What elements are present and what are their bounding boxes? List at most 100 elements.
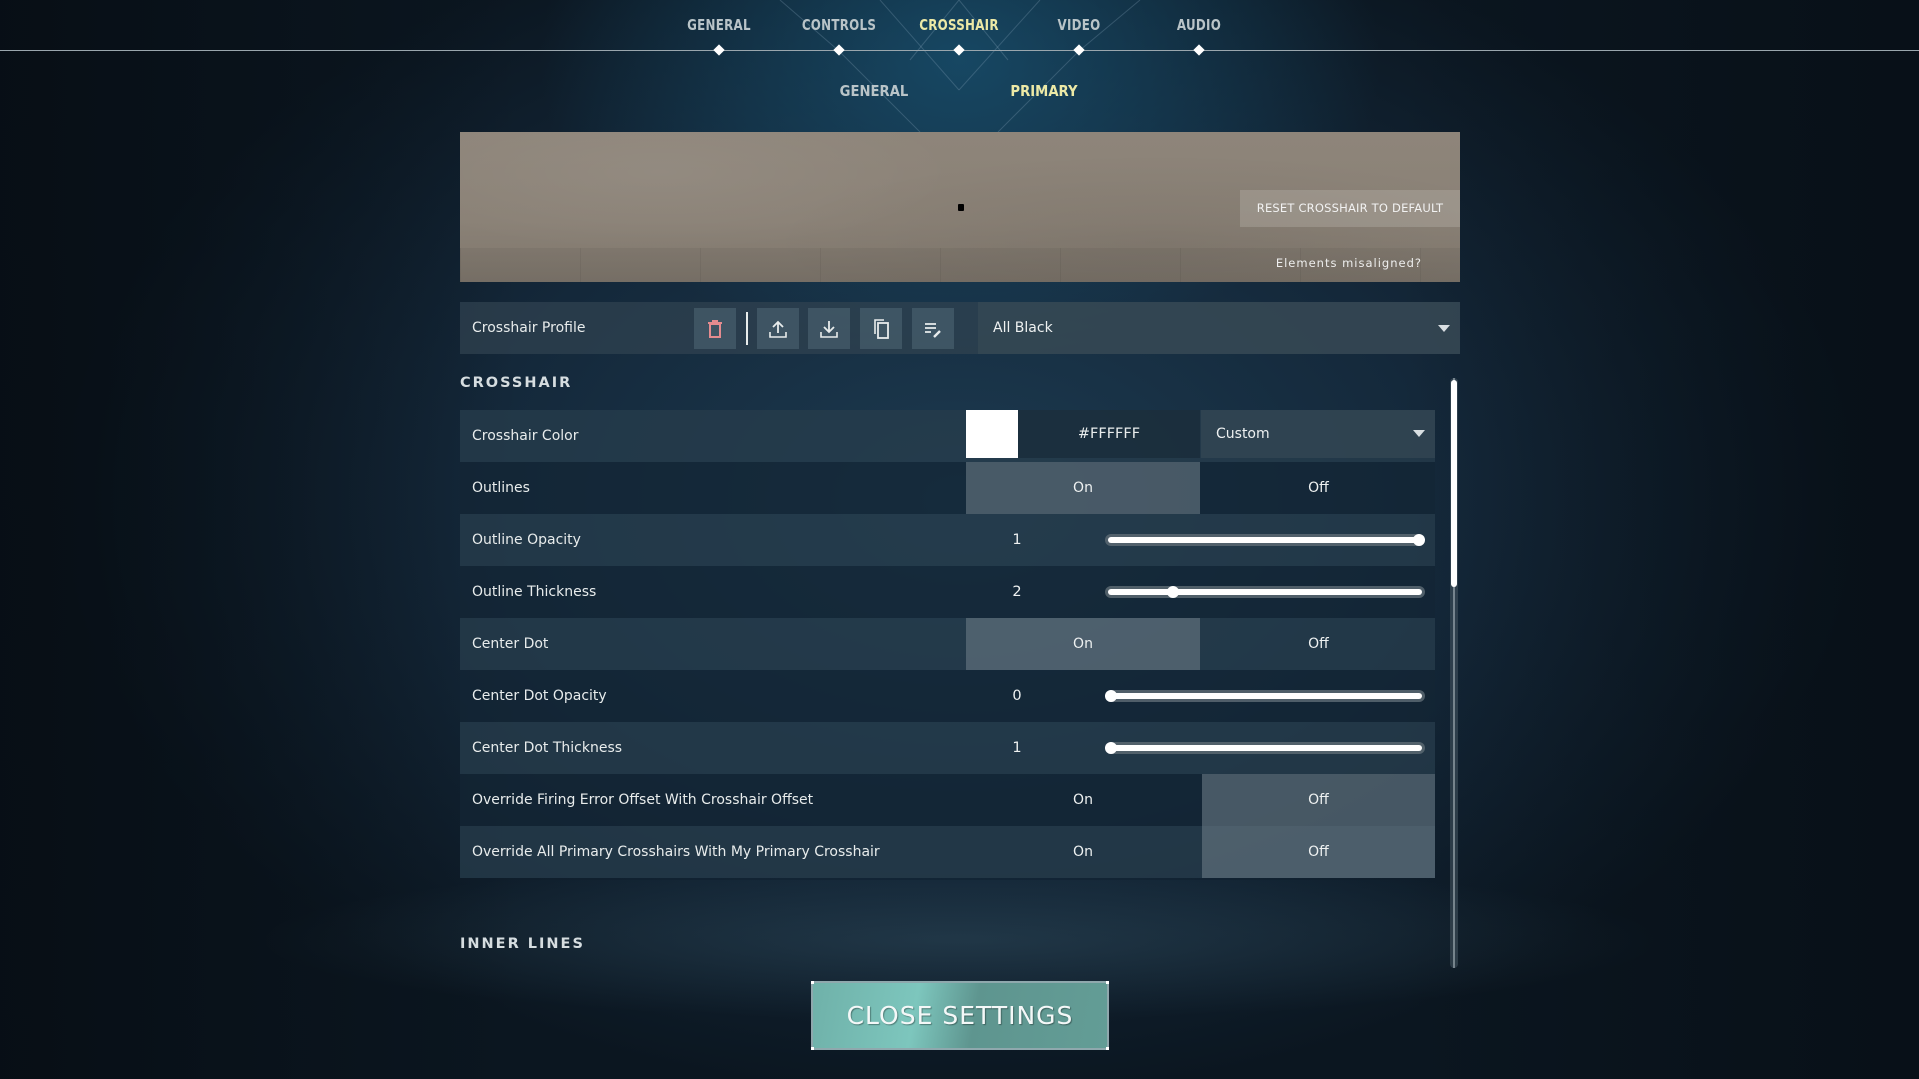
slider-value-input[interactable]: 1: [1002, 514, 1032, 566]
tab-general[interactable]: GENERAL: [657, 16, 780, 34]
toggle-on-option[interactable]: On: [966, 618, 1200, 670]
download-icon: [820, 320, 838, 338]
copy-icon: [874, 318, 889, 339]
setting-label: Outline Opacity: [472, 532, 581, 548]
corner-marker: [1106, 981, 1109, 984]
toggle-on-option[interactable]: On: [966, 462, 1200, 514]
crosshair-settings-list: Crosshair Color #FFFFFF Custom Outlines …: [460, 410, 1435, 878]
setting-row-outline-opacity: Outline Opacity 1: [460, 514, 1435, 566]
toolbar-separator: [746, 312, 748, 345]
setting-label: Override All Primary Crosshairs With My …: [472, 844, 880, 860]
slider-fill: [1108, 589, 1422, 595]
scrollbar-thumb[interactable]: [1451, 380, 1457, 587]
close-settings-button[interactable]: CLOSE SETTINGS: [811, 981, 1109, 1050]
color-preset-dropdown[interactable]: Custom: [1201, 410, 1435, 458]
slider-track[interactable]: [1105, 742, 1425, 754]
background-shade-left: [0, 0, 520, 1079]
setting-row-center-dot: Center Dot On Off: [460, 618, 1435, 670]
tab-controls[interactable]: CONTROLS: [777, 16, 900, 34]
crosshair-preview: RESET CROSSHAIR TO DEFAULT Elements misa…: [460, 132, 1460, 282]
crosshair-preview-dot: [958, 204, 964, 211]
corner-marker: [811, 981, 814, 984]
slider-fill: [1108, 693, 1422, 699]
setting-label: Center Dot Opacity: [472, 688, 607, 704]
setting-row-override-all-primary: Override All Primary Crosshairs With My …: [460, 826, 1435, 878]
corner-marker: [1106, 1047, 1109, 1050]
tab-video[interactable]: VIDEO: [1017, 16, 1140, 34]
slider-thumb[interactable]: [1166, 586, 1179, 598]
rename-profile-button[interactable]: [912, 308, 954, 349]
setting-row-center-dot-opacity: Center Dot Opacity 0: [460, 670, 1435, 722]
trash-icon: [708, 319, 722, 338]
setting-label: Center Dot Thickness: [472, 740, 623, 756]
close-settings-label: CLOSE SETTINGS: [846, 1001, 1074, 1030]
import-profile-button[interactable]: [808, 308, 850, 349]
center-dot-toggle: On Off: [966, 618, 1435, 670]
toggle-off-option[interactable]: Off: [1202, 618, 1435, 670]
setting-row-outline-thickness: Outline Thickness 2: [460, 566, 1435, 618]
slider-value-input[interactable]: 0: [1002, 670, 1032, 722]
slider-thumb[interactable]: [1413, 534, 1425, 546]
chevron-down-icon: [1438, 325, 1450, 332]
tab-audio[interactable]: AUDIO: [1137, 16, 1260, 34]
toggle-off-option[interactable]: Off: [1202, 774, 1435, 826]
tab-crosshair[interactable]: CROSSHAIR: [897, 16, 1020, 34]
slider-value-input[interactable]: 2: [1002, 566, 1032, 618]
tab-marker-icon: [833, 44, 845, 56]
delete-profile-button[interactable]: [694, 308, 736, 349]
slider-track[interactable]: [1105, 534, 1425, 546]
tab-marker-icon: [713, 44, 725, 56]
setting-label: Center Dot: [472, 636, 549, 652]
setting-row-crosshair-color: Crosshair Color #FFFFFF Custom: [460, 410, 1435, 462]
toggle-off-option[interactable]: Off: [1202, 826, 1435, 878]
subtab-general[interactable]: GENERAL: [812, 82, 935, 100]
profile-dropdown-value: All Black: [993, 320, 1053, 336]
reset-crosshair-button[interactable]: RESET CROSSHAIR TO DEFAULT: [1240, 190, 1460, 227]
setting-label: Override Firing Error Offset With Crossh…: [472, 792, 814, 808]
slider-thumb[interactable]: [1105, 690, 1117, 702]
setting-row-center-dot-thickness: Center Dot Thickness 1: [460, 722, 1435, 774]
slider-fill: [1108, 537, 1422, 543]
override-all-primary-toggle: On Off: [966, 826, 1435, 878]
color-preset-value: Custom: [1216, 426, 1270, 442]
crosshair-color-control: #FFFFFF Custom: [966, 410, 1435, 462]
outlines-toggle: On Off: [966, 462, 1435, 514]
duplicate-profile-button[interactable]: [860, 308, 902, 349]
toggle-off-option[interactable]: Off: [1202, 462, 1435, 514]
setting-row-outlines: Outlines On Off: [460, 462, 1435, 514]
slider-value-input[interactable]: 1: [1002, 722, 1032, 774]
outline-opacity-slider: 1: [966, 514, 1435, 566]
tab-marker-icon: [1193, 44, 1205, 56]
slider-track[interactable]: [1105, 586, 1425, 598]
color-swatch[interactable]: [966, 410, 1018, 458]
toggle-on-option[interactable]: On: [966, 826, 1200, 878]
crosshair-profile-label: Crosshair Profile: [472, 320, 586, 336]
section-header-inner-lines: INNER LINES: [460, 936, 585, 952]
toggle-on-option[interactable]: On: [966, 774, 1200, 826]
profile-dropdown[interactable]: All Black: [978, 302, 1460, 354]
tab-marker-icon: [953, 44, 965, 56]
settings-scrollbar[interactable]: [1450, 378, 1458, 968]
slider-fill: [1108, 745, 1422, 751]
tab-marker-icon: [1073, 44, 1085, 56]
upload-icon: [769, 320, 787, 338]
crosshair-profile-bar: Crosshair Profile All Black: [460, 302, 1460, 354]
export-profile-button[interactable]: [757, 308, 799, 349]
center-dot-thickness-slider: 1: [966, 722, 1435, 774]
chevron-down-icon: [1413, 430, 1425, 437]
override-firing-error-toggle: On Off: [966, 774, 1435, 826]
setting-label: Outline Thickness: [472, 584, 597, 600]
center-dot-opacity-slider: 0: [966, 670, 1435, 722]
rename-icon: [925, 322, 941, 338]
color-hex-input[interactable]: #FFFFFF: [1018, 410, 1200, 458]
settings-top-nav: GENERAL CONTROLS CROSSHAIR VIDEO AUDIO: [0, 0, 1919, 60]
setting-label: Crosshair Color: [472, 428, 579, 444]
slider-track[interactable]: [1105, 690, 1425, 702]
subtab-primary[interactable]: PRIMARY: [982, 82, 1105, 100]
corner-marker: [811, 1047, 814, 1050]
outline-thickness-slider: 2: [966, 566, 1435, 618]
slider-thumb[interactable]: [1105, 742, 1117, 754]
section-header-crosshair: CROSSHAIR: [460, 375, 573, 391]
setting-row-override-firing-error: Override Firing Error Offset With Crossh…: [460, 774, 1435, 826]
elements-misaligned-link[interactable]: Elements misaligned?: [1276, 256, 1422, 270]
